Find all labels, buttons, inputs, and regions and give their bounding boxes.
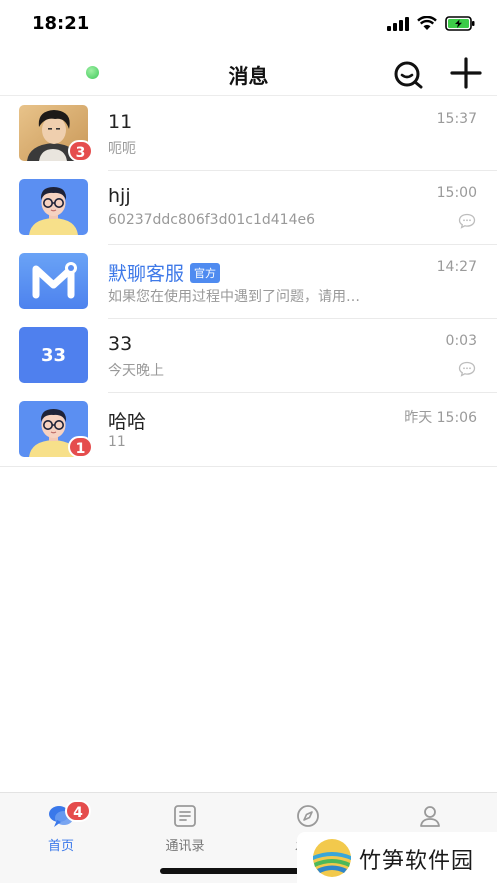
conversation-row[interactable]: 默聊客服 官方 如果您在使用过程中遇到了问题，请用… 14:27 <box>0 245 497 319</box>
conversation-preview: 如果您在使用过程中遇到了问题，请用… <box>108 289 360 305</box>
conversation-name: 哈哈 <box>108 411 147 433</box>
wifi-icon <box>417 16 437 30</box>
tab-badge: 4 <box>65 800 91 822</box>
unread-badge: 3 <box>68 140 93 162</box>
service-logo-icon <box>19 253 88 309</box>
conversation-row[interactable]: 33 33 今天晚上 0:03 <box>0 319 497 393</box>
conversation-preview: 今天晚上 <box>108 363 164 379</box>
avatar-text: 33 <box>40 344 67 366</box>
conversation-time: 0:03 <box>445 333 477 349</box>
status-bar: 18:21 <box>0 0 497 50</box>
divider <box>0 466 497 467</box>
conversation-name: hjj <box>108 185 131 207</box>
conversation-preview: 11 <box>108 434 126 450</box>
tab-label: 首页 <box>47 839 74 854</box>
conversation-time: 15:37 <box>436 111 477 127</box>
watermark: 竹笋软件园 <box>297 832 497 883</box>
tab-label: 通讯录 <box>165 839 205 854</box>
search-chat-icon[interactable] <box>392 58 424 90</box>
conversation-row[interactable]: 1 哈哈 11 昨天 15:06 <box>0 393 497 467</box>
conversation-row[interactable]: 3 11 呃呃 15:37 <box>0 97 497 171</box>
chat-bubble-icon <box>458 361 476 377</box>
conversation-time: 昨天 15:06 <box>404 410 477 426</box>
conversation-name: 11 <box>108 111 133 133</box>
avatar <box>19 253 88 309</box>
conversation-name-text: 默聊客服 <box>108 263 185 285</box>
tab-contacts[interactable]: 通讯录 <box>145 803 225 854</box>
conversation-name: 默聊客服 官方 <box>108 259 221 286</box>
watermark-logo-icon <box>313 839 351 877</box>
conversation-time: 14:27 <box>436 259 477 275</box>
add-icon[interactable] <box>449 56 483 90</box>
status-icons <box>387 16 475 31</box>
conversation-preview: 呃呃 <box>108 141 136 157</box>
nav-header: 消息 <box>0 50 497 96</box>
conversation-time: 15:00 <box>436 185 477 201</box>
battery-charging-icon <box>445 16 475 31</box>
user-icon <box>420 806 440 827</box>
conversation-row[interactable]: hjj 60237ddc806f3d01c1d414e6 15:00 <box>0 171 497 245</box>
compass-icon <box>297 805 319 827</box>
avatar: 33 <box>19 327 88 383</box>
official-tag: 官方 <box>190 263 221 283</box>
conversation-preview: 60237ddc806f3d01c1d414e6 <box>108 212 315 228</box>
cartoon-avatar-image <box>19 179 88 235</box>
watermark-text: 竹笋软件园 <box>359 849 475 874</box>
avatar <box>19 179 88 235</box>
signal-icon <box>387 16 409 31</box>
tab-home[interactable]: 4 首页 <box>21 800 101 854</box>
chat-bubble-icon <box>458 213 476 229</box>
contacts-icon <box>174 805 196 827</box>
unread-badge: 1 <box>68 436 93 458</box>
status-time: 18:21 <box>32 13 90 34</box>
conversation-name: 33 <box>108 333 133 355</box>
conversation-list: 3 11 呃呃 15:37 hjj 60237ddc806f3d01c1d414… <box>0 97 497 467</box>
